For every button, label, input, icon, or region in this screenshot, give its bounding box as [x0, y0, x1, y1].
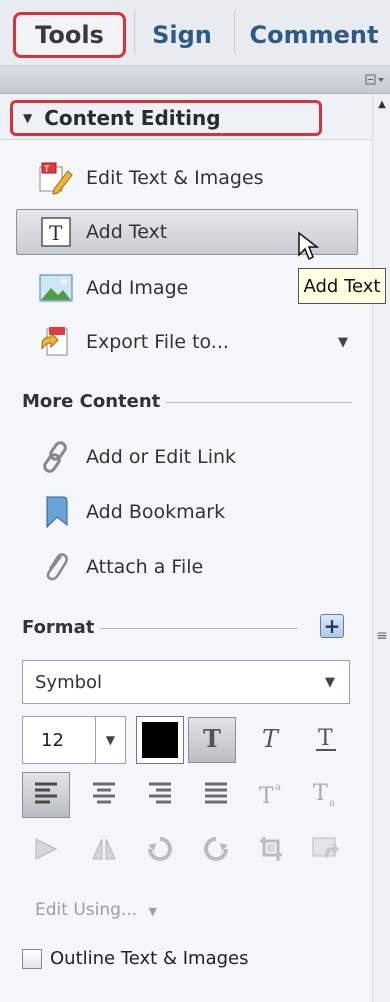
chevron-down-icon: ▼: [325, 674, 335, 690]
align-right-button[interactable]: [136, 772, 184, 818]
text-color-swatch: [142, 722, 178, 758]
format-divider: [100, 628, 298, 629]
collapse-triangle-icon: ▼: [23, 111, 33, 125]
dropdown-arrow-icon[interactable]: ▼: [338, 335, 348, 350]
bookmark-icon: [36, 494, 76, 530]
justify-button[interactable]: [192, 772, 240, 818]
section-title: Content Editing: [44, 106, 221, 130]
bold-button[interactable]: T: [188, 717, 236, 763]
paperclip-icon: [36, 549, 76, 585]
edit-using-dropdown[interactable]: Edit Using... ▼: [35, 900, 157, 920]
font-family-value: Symbol: [35, 671, 103, 693]
align-center-icon: [90, 780, 118, 810]
scroll-up-arrow-icon[interactable]: ▲: [373, 94, 390, 114]
divider: [95, 717, 96, 763]
panel-scrollbar[interactable]: ▲ ≡: [372, 94, 390, 1002]
tab-sign[interactable]: Sign: [142, 12, 222, 58]
superscript-icon: Ta: [257, 779, 287, 811]
attach-file-item[interactable]: Attach a File: [16, 544, 358, 590]
rotate-left-icon: [146, 835, 174, 867]
font-size-select[interactable]: 12 ▼: [22, 716, 126, 764]
subscript-icon: Ta: [311, 778, 341, 812]
rotate-right-icon: [202, 835, 230, 867]
add-image-icon: [36, 270, 76, 306]
svg-text:a: a: [275, 782, 281, 793]
align-right-icon: [146, 780, 174, 810]
add-bookmark-label: Add Bookmark: [86, 501, 226, 523]
underline-button[interactable]: T: [302, 717, 350, 763]
panel-options-icon[interactable]: [364, 72, 386, 88]
flip-horizontal-button[interactable]: [22, 828, 70, 874]
link-icon: [36, 439, 76, 475]
edit-using-label: Edit Using...: [35, 900, 138, 920]
add-bookmark-item[interactable]: Add Bookmark: [16, 489, 358, 535]
scroll-grip-icon[interactable]: ≡: [375, 624, 389, 648]
tab-separator: [134, 10, 135, 54]
edit-text-images-icon: T: [36, 160, 76, 196]
add-text-icon: T: [36, 214, 76, 250]
justify-icon: [202, 780, 230, 810]
subscript-button[interactable]: Ta: [302, 772, 350, 818]
bold-icon: T: [198, 724, 226, 756]
tab-tools[interactable]: Tools: [13, 12, 126, 58]
svg-text:a: a: [329, 798, 335, 808]
crop-image-button[interactable]: [248, 828, 296, 874]
edit-text-images-item[interactable]: T Edit Text & Images: [16, 155, 358, 201]
chevron-down-icon[interactable]: ▼: [106, 733, 115, 747]
mouse-cursor-icon: [297, 231, 321, 263]
text-color-picker[interactable]: [136, 716, 184, 764]
tab-separator: [234, 10, 235, 54]
more-content-divider: [166, 402, 352, 403]
add-text-label: Add Text: [86, 221, 168, 243]
outline-checkbox[interactable]: [22, 948, 42, 969]
svg-text:T: T: [203, 724, 221, 752]
content-editing-header[interactable]: ▼ Content Editing: [10, 100, 322, 136]
flip-horizontal-icon: [32, 835, 60, 867]
add-edit-link-label: Add or Edit Link: [86, 446, 237, 468]
svg-text:T: T: [43, 165, 50, 175]
export-file-item[interactable]: Export File to... ▼: [16, 319, 358, 365]
svg-text:T: T: [262, 725, 280, 752]
more-content-title: More Content: [22, 391, 161, 412]
attach-file-label: Attach a File: [86, 556, 204, 578]
replace-image-icon: [311, 835, 341, 867]
rotate-right-button[interactable]: [192, 828, 240, 874]
export-file-label: Export File to...: [86, 331, 229, 353]
rotate-left-button[interactable]: [136, 828, 184, 874]
add-text-tooltip: Add Text: [298, 268, 386, 304]
tab-comment[interactable]: Comment: [244, 12, 384, 58]
font-size-value: 12: [41, 729, 64, 751]
add-edit-link-item[interactable]: Add or Edit Link: [16, 434, 358, 480]
svg-text:T: T: [318, 726, 333, 751]
svg-text:T: T: [259, 784, 274, 807]
align-center-button[interactable]: [80, 772, 128, 818]
align-left-icon: [32, 780, 60, 810]
flip-vertical-button[interactable]: [80, 828, 128, 874]
italic-button[interactable]: T: [246, 717, 294, 763]
edit-text-images-label: Edit Text & Images: [86, 167, 264, 189]
underline-icon: T: [312, 723, 340, 757]
expand-format-button[interactable]: +: [320, 614, 344, 638]
crop-icon: [258, 835, 286, 867]
font-family-select[interactable]: Symbol ▼: [22, 660, 350, 704]
outline-text-images-option[interactable]: Outline Text & Images: [22, 948, 248, 969]
replace-image-button[interactable]: [302, 828, 350, 874]
add-image-label: Add Image: [86, 277, 189, 299]
flip-vertical-icon: [90, 835, 118, 867]
svg-text:T: T: [313, 781, 328, 806]
italic-icon: T: [256, 724, 284, 756]
align-left-button[interactable]: [22, 772, 70, 818]
outline-label: Outline Text & Images: [50, 948, 249, 969]
format-title: Format: [22, 617, 95, 638]
svg-text:T: T: [49, 221, 63, 245]
top-tab-bar: Tools Sign Comment: [0, 0, 390, 66]
panel-options-strip: [0, 66, 390, 94]
export-file-icon: [36, 324, 76, 360]
superscript-button[interactable]: Ta: [248, 772, 296, 818]
chevron-down-icon: ▼: [148, 905, 157, 918]
